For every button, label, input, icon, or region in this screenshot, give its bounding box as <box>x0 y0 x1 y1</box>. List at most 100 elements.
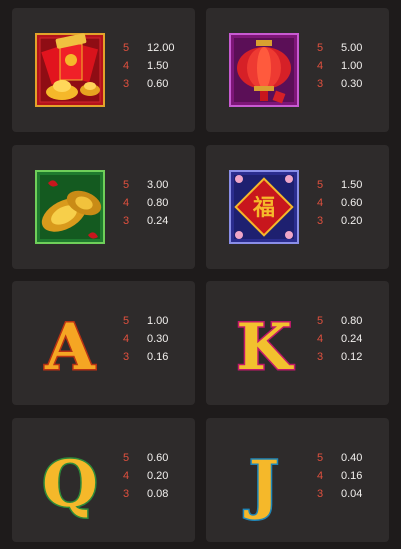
payout-value: 0.16 <box>147 351 169 363</box>
match-count: 5 <box>317 315 324 327</box>
match-count: 5 <box>123 452 130 464</box>
pay-row: 4 0.80 <box>123 194 193 212</box>
payout-value: 0.60 <box>147 78 169 90</box>
pay-row: 3 0.60 <box>123 75 193 93</box>
match-count: 5 <box>317 42 324 54</box>
match-count: 4 <box>123 333 130 345</box>
letter-j-glyph: J <box>244 447 279 522</box>
payout-value: 0.12 <box>341 351 363 363</box>
letter-k-icon: K <box>228 299 300 387</box>
payout-value: 0.24 <box>341 333 363 345</box>
pay-row: 3 0.30 <box>317 75 387 93</box>
pay-list: 5 0.40 4 0.16 3 0.04 <box>317 449 387 503</box>
match-count: 5 <box>123 315 130 327</box>
match-count: 3 <box>317 351 324 363</box>
payout-value: 0.30 <box>341 78 363 90</box>
paytable-card: Q 5 0.60 4 0.20 3 0.08 <box>12 418 195 542</box>
pay-row: 3 0.24 <box>123 212 193 230</box>
match-count: 4 <box>123 197 130 209</box>
pay-row: 5 0.40 <box>317 449 387 467</box>
payout-value: 1.50 <box>341 179 363 191</box>
payout-value: 0.24 <box>147 215 169 227</box>
paytable-grid: 5 12.00 4 1.50 3 0.60 5 5.00 4 1.00 3 0.… <box>0 0 401 549</box>
letter-a-icon: A <box>34 299 106 387</box>
pay-row: 5 0.80 <box>317 312 387 330</box>
paytable-card: 5 12.00 4 1.50 3 0.60 <box>12 8 195 132</box>
pay-row: 5 3.00 <box>123 176 193 194</box>
paytable-card: 5 3.00 4 0.80 3 0.24 <box>12 145 195 269</box>
match-count: 5 <box>123 179 130 191</box>
payout-value: 0.60 <box>147 452 169 464</box>
payout-value: 0.80 <box>147 197 169 209</box>
payout-value: 0.20 <box>147 470 169 482</box>
match-count: 3 <box>123 78 130 90</box>
golden-cymbals-icon <box>34 163 106 251</box>
pay-list: 5 1.00 4 0.30 3 0.16 <box>123 312 193 366</box>
letter-a-glyph: A <box>44 310 96 385</box>
match-count: 4 <box>123 470 130 482</box>
payout-value: 3.00 <box>147 179 169 191</box>
pay-row: 4 0.30 <box>123 330 193 348</box>
pay-list: 5 0.60 4 0.20 3 0.08 <box>123 449 193 503</box>
letter-k-glyph: K <box>236 310 294 385</box>
match-count: 4 <box>317 197 324 209</box>
pay-row: 5 0.60 <box>123 449 193 467</box>
letter-q-icon: Q <box>34 436 106 524</box>
paytable-card: J 5 0.40 4 0.16 3 0.04 <box>206 418 389 542</box>
pay-row: 3 0.20 <box>317 212 387 230</box>
paytable-card: 福 5 1.50 4 0.60 3 0.20 <box>206 145 389 269</box>
pay-list: 5 0.80 4 0.24 3 0.12 <box>317 312 387 366</box>
pay-row: 5 1.00 <box>123 312 193 330</box>
pay-row: 3 0.08 <box>123 485 193 503</box>
payout-value: 1.00 <box>341 60 363 72</box>
pay-row: 5 5.00 <box>317 39 387 57</box>
pay-row: 4 0.20 <box>123 467 193 485</box>
payout-value: 1.00 <box>147 315 169 327</box>
paytable-card: 5 5.00 4 1.00 3 0.30 <box>206 8 389 132</box>
match-count: 4 <box>317 60 324 72</box>
red-envelope-gold-icon <box>34 26 106 114</box>
pay-list: 5 3.00 4 0.80 3 0.24 <box>123 176 193 230</box>
pay-row: 5 1.50 <box>317 176 387 194</box>
payout-value: 0.80 <box>341 315 363 327</box>
paytable-card: K 5 0.80 4 0.24 3 0.12 <box>206 281 389 405</box>
payout-value: 0.60 <box>341 197 363 209</box>
match-count: 3 <box>317 488 324 500</box>
match-count: 5 <box>317 452 324 464</box>
match-count: 3 <box>123 351 130 363</box>
match-count: 5 <box>123 42 130 54</box>
match-count: 4 <box>317 333 324 345</box>
fu-charm-icon: 福 <box>228 163 300 251</box>
pay-row: 4 0.16 <box>317 467 387 485</box>
match-count: 3 <box>317 215 324 227</box>
pay-row: 4 0.24 <box>317 330 387 348</box>
pay-list: 5 12.00 4 1.50 3 0.60 <box>123 39 193 93</box>
pay-row: 5 12.00 <box>123 39 193 57</box>
letter-q-glyph: Q <box>42 447 98 522</box>
match-count: 4 <box>123 60 130 72</box>
payout-value: 0.08 <box>147 488 169 500</box>
payout-value: 0.30 <box>147 333 169 345</box>
pay-list: 5 1.50 4 0.60 3 0.20 <box>317 176 387 230</box>
payout-value: 5.00 <box>341 42 363 54</box>
match-count: 3 <box>317 78 324 90</box>
payout-value: 1.50 <box>147 60 169 72</box>
payout-value: 0.40 <box>341 452 363 464</box>
pay-row: 4 0.60 <box>317 194 387 212</box>
pay-row: 3 0.04 <box>317 485 387 503</box>
pay-list: 5 5.00 4 1.00 3 0.30 <box>317 39 387 93</box>
match-count: 3 <box>123 215 130 227</box>
payout-value: 0.16 <box>341 470 363 482</box>
letter-j-icon: J <box>228 436 300 524</box>
fu-glyph: 福 <box>252 196 275 221</box>
match-count: 5 <box>317 179 324 191</box>
paytable-card: A 5 1.00 4 0.30 3 0.16 <box>12 281 195 405</box>
payout-value: 0.04 <box>341 488 363 500</box>
red-lantern-icon <box>228 26 300 114</box>
payout-value: 12.00 <box>147 42 175 54</box>
payout-value: 0.20 <box>341 215 363 227</box>
match-count: 4 <box>317 470 324 482</box>
pay-row: 4 1.00 <box>317 57 387 75</box>
pay-row: 3 0.16 <box>123 348 193 366</box>
pay-row: 4 1.50 <box>123 57 193 75</box>
